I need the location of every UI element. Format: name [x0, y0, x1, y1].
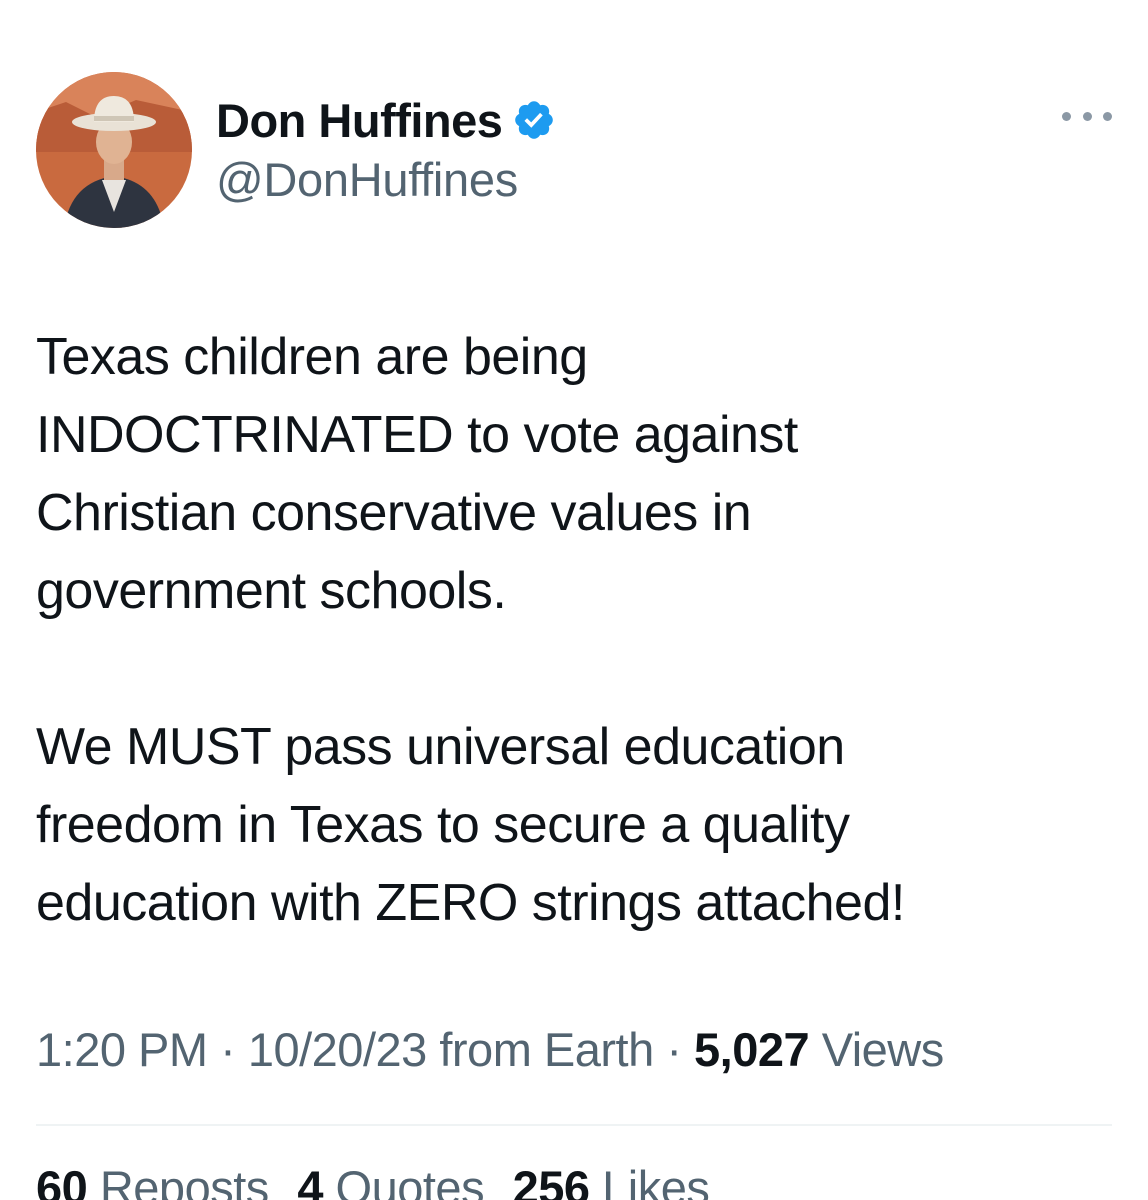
tweet-detail: Don Huffines @DonHuffines Texas children… — [0, 0, 1148, 1200]
reposts-count: 60 — [36, 1161, 88, 1200]
avatar-image — [36, 72, 192, 228]
meta-separator: · — [666, 1023, 682, 1076]
divider — [36, 1124, 1112, 1126]
views-count: 5,027 — [694, 1023, 810, 1076]
quotes-label: Quotes — [335, 1161, 485, 1200]
avatar[interactable] — [36, 72, 192, 228]
meta-separator: · — [220, 1023, 236, 1076]
tweet-time[interactable]: 1:20 PM — [36, 1023, 208, 1076]
author-display-name[interactable]: Don Huffines — [216, 93, 503, 148]
views-label: Views — [821, 1023, 945, 1076]
tweet-meta: 1:20 PM · 10/20/23 from Earth · 5,027 Vi… — [36, 1022, 944, 1077]
tweet-paragraph: Texas children are being INDOCTRINATED t… — [36, 328, 798, 620]
reposts-stat[interactable]: 60 Reposts — [36, 1161, 281, 1200]
quotes-count: 4 — [297, 1161, 323, 1200]
tweet-paragraph: We MUST pass universal education freedom… — [36, 718, 905, 932]
quotes-stat[interactable]: 4 Quotes — [297, 1161, 496, 1200]
author-name-row: Don Huffines — [216, 90, 556, 150]
reposts-label: Reposts — [99, 1161, 269, 1200]
tweet-text: Texas children are being INDOCTRINATED t… — [36, 318, 1116, 942]
verified-badge-icon — [512, 98, 556, 142]
tweet-source: from Earth — [439, 1023, 654, 1076]
likes-label: Likes — [602, 1161, 710, 1200]
more-horizontal-icon[interactable] — [1062, 104, 1112, 128]
likes-stat[interactable]: 256 Likes — [513, 1161, 710, 1200]
engagement-stats: 60 Reposts 4 Quotes 256 Likes — [36, 1160, 725, 1200]
likes-count: 256 — [512, 1161, 590, 1200]
tweet-date[interactable]: 10/20/23 — [248, 1023, 427, 1076]
author-handle[interactable]: @DonHuffines — [216, 152, 518, 207]
